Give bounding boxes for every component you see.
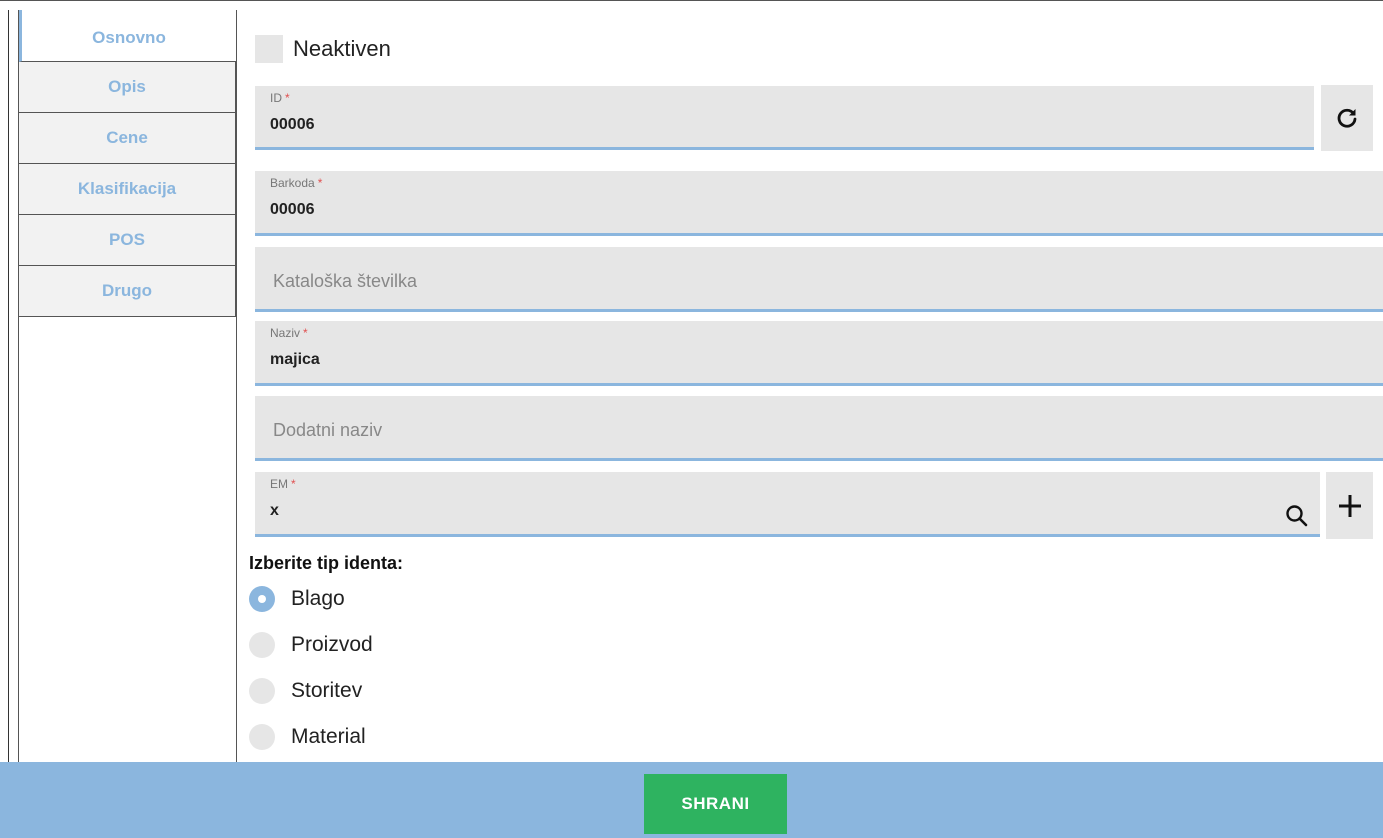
name-label: Naziv * <box>270 326 308 340</box>
search-icon[interactable] <box>1285 504 1309 528</box>
inactive-checkbox-row[interactable]: Neaktiven <box>255 35 391 63</box>
id-label: ID * <box>270 91 290 105</box>
refresh-icon <box>1337 108 1357 128</box>
unit-value[interactable]: x <box>270 502 279 520</box>
radio-blago[interactable]: Blago <box>249 586 345 612</box>
radio-label-blago: Blago <box>291 587 345 610</box>
save-button[interactable]: SHRANI <box>644 774 787 834</box>
catalog-number-field[interactable]: Kataloška številka <box>255 247 1383 312</box>
add-unit-button[interactable] <box>1326 472 1373 539</box>
barcode-label: Barkoda * <box>270 176 323 190</box>
ident-type-title: Izberite tip identa: <box>249 553 404 573</box>
id-field[interactable]: ID * 00006 <box>255 86 1314 150</box>
name-value[interactable]: majica <box>270 351 320 369</box>
footer-bar: SHRANI <box>0 762 1383 838</box>
radio-button[interactable] <box>249 678 275 704</box>
inactive-label: Neaktiven <box>293 36 391 61</box>
additional-name-field[interactable]: Dodatni naziv <box>255 396 1383 461</box>
tab-opis[interactable]: Opis <box>19 62 236 113</box>
radio-button[interactable] <box>249 724 275 750</box>
radio-label-storitev: Storitev <box>291 679 363 702</box>
radio-button-checked[interactable] <box>249 586 275 612</box>
main-form: Neaktiven ID * 00006 Barkoda * 00006 Katal… <box>237 10 1383 762</box>
tab-cene[interactable]: Cene <box>19 113 236 164</box>
barcode-value[interactable]: 00006 <box>270 201 315 219</box>
unit-label: EM * <box>270 477 296 491</box>
window-top-border <box>0 0 1383 10</box>
inactive-checkbox[interactable] <box>255 35 283 63</box>
unit-field[interactable]: EM * x <box>255 472 1320 537</box>
radio-proizvod[interactable]: Proizvod <box>249 632 373 658</box>
radio-storitev[interactable]: Storitev <box>249 678 362 704</box>
radio-button[interactable] <box>249 632 275 658</box>
radio-label-proizvod: Proizvod <box>291 633 373 656</box>
name-field[interactable]: Naziv * majica <box>255 321 1383 386</box>
radio-label-material: Material <box>291 725 366 748</box>
radio-material[interactable]: Material <box>249 724 366 750</box>
tab-pos[interactable]: POS <box>19 215 236 266</box>
plus-icon <box>1338 494 1361 517</box>
refresh-button[interactable] <box>1321 85 1373 151</box>
sidebar: Osnovno Opis Cene Klasifikacija POS Drug… <box>18 10 237 762</box>
additional-name-placeholder: Dodatni naziv <box>273 420 383 440</box>
window-left-border <box>8 10 9 762</box>
barcode-field[interactable]: Barkoda * 00006 <box>255 171 1383 236</box>
id-value[interactable]: 00006 <box>270 116 315 134</box>
catalog-number-placeholder: Kataloška številka <box>273 271 418 291</box>
tab-osnovno[interactable]: Osnovno <box>19 10 236 62</box>
tab-klasifikacija[interactable]: Klasifikacija <box>19 164 236 215</box>
tab-drugo[interactable]: Drugo <box>19 266 236 317</box>
